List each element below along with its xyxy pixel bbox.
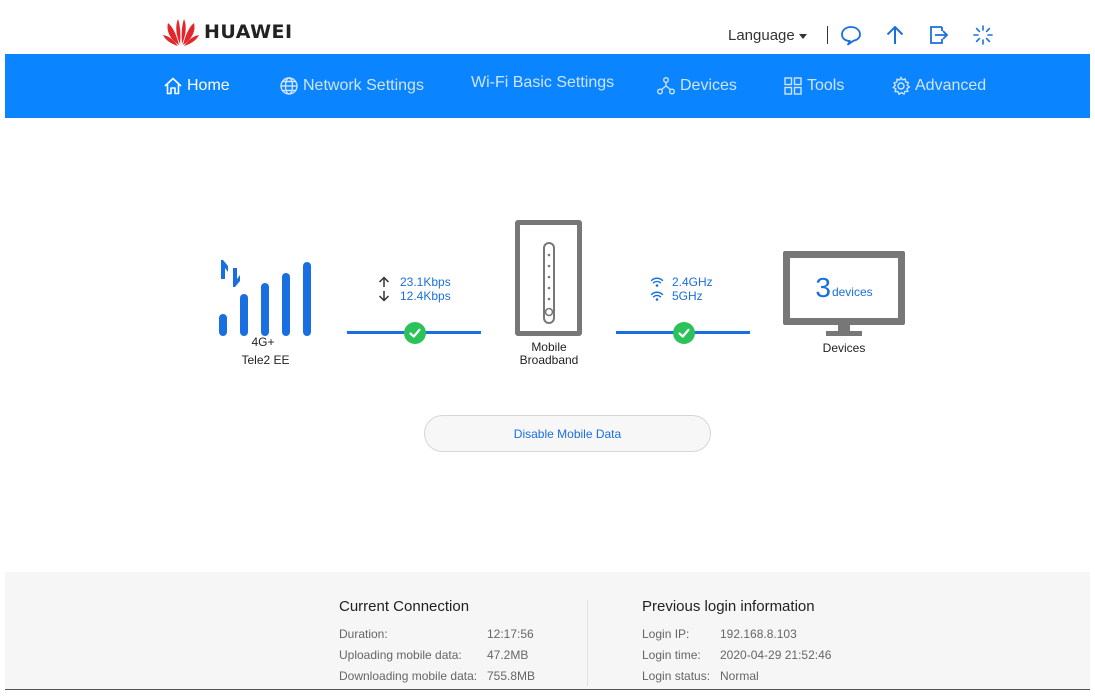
brand-name: HUAWEI <box>204 21 293 43</box>
previous-login-panel: Previous login information Login IP: 192… <box>642 598 831 686</box>
info-value: 755.8MB <box>487 668 536 683</box>
info-label: Duration: <box>339 626 388 641</box>
monitor-base <box>826 331 862 336</box>
wifi-band-1: 2.4GHz <box>672 275 713 289</box>
logout-icon[interactable] <box>928 24 950 46</box>
language-selector[interactable]: Language <box>728 27 807 44</box>
router-indicator-strip <box>543 242 555 324</box>
info-row: Login status: Normal <box>642 665 831 686</box>
nav-wifi-basic-settings-label: Wi-Fi Basic Settings <box>471 74 615 91</box>
network-type-label: 4G+ <box>251 335 275 349</box>
current-connection-panel: Current Connection Duration: 12:17:56 Up… <box>339 598 535 686</box>
monitor-screen: 3 devices <box>790 258 898 318</box>
devices-monitor[interactable]: 3 devices <box>783 251 905 325</box>
nav-network-settings[interactable]: Network Settings <box>279 54 424 118</box>
nav-devices-label: Devices <box>680 77 737 94</box>
top-actions: Language <box>728 20 994 50</box>
huawei-flower-icon <box>163 19 199 46</box>
wifi-icon <box>650 277 664 287</box>
nav-network-settings-label: Network Settings <box>303 77 424 94</box>
info-row: Downloading mobile data: 755.8MB <box>339 665 535 686</box>
globe-icon <box>280 77 298 95</box>
device-count: 3 <box>815 272 831 303</box>
upload-rate-row: 23.1Kbps <box>378 275 451 289</box>
info-row: Duration: 12:17:56 <box>339 623 535 644</box>
router-label: Mobile Broadband <box>499 341 599 367</box>
download-rate: 12.4Kbps <box>400 289 451 303</box>
info-value: 12:17:56 <box>487 626 534 641</box>
main-nav: Home Network Settings Wi-Fi Basic Settin… <box>5 54 1090 118</box>
nav-home-label: Home <box>187 77 230 94</box>
info-value: 192.168.8.103 <box>720 626 797 641</box>
header-divider <box>826 26 828 44</box>
router-label-line2: Broadband <box>519 353 579 367</box>
caret-down-icon <box>798 33 807 39</box>
device-unit: devices <box>831 285 873 299</box>
message-icon[interactable] <box>840 24 862 46</box>
nav-tools-label: Tools <box>807 77 845 94</box>
info-value: 47.2MB <box>487 647 529 662</box>
tools-icon <box>784 77 802 95</box>
huawei-logo: HUAWEI <box>162 17 293 47</box>
nav-advanced[interactable]: Advanced <box>891 54 986 118</box>
wifi-band-2-row: 5GHz <box>650 289 713 303</box>
wan-ok-icon <box>404 322 426 344</box>
footer-divider <box>587 600 588 686</box>
home-icon <box>164 77 182 95</box>
current-connection-title: Current Connection <box>339 598 470 615</box>
update-icon[interactable] <box>884 24 906 46</box>
info-row: Login time: 2020-04-29 21:52:46 <box>642 644 831 665</box>
info-label: Login IP: <box>642 626 690 641</box>
nav-tools[interactable]: Tools <box>783 54 844 118</box>
info-value: 2020-04-29 21:52:46 <box>720 647 832 662</box>
info-label: Uploading mobile data: <box>339 647 462 662</box>
wifi-band-2: 5GHz <box>672 289 703 303</box>
gear-icon <box>892 76 911 96</box>
info-row: Uploading mobile data: 47.2MB <box>339 644 535 665</box>
wifi-band-1-row: 2.4GHz <box>650 275 713 289</box>
loading-icon[interactable] <box>972 24 994 46</box>
footer-info: Current Connection Duration: 12:17:56 Up… <box>5 572 1090 690</box>
devices-icon <box>657 77 675 95</box>
nav-wifi-basic-settings[interactable]: Wi-Fi Basic Settings <box>471 51 614 115</box>
wifi-icon <box>650 291 664 301</box>
nav-devices[interactable]: Devices <box>656 54 737 118</box>
download-arrow-icon <box>378 291 390 302</box>
nav-home[interactable]: Home <box>163 54 230 118</box>
lan-ok-icon <box>673 322 695 344</box>
info-label: Login time: <box>642 647 701 662</box>
info-label: Downloading mobile data: <box>339 668 478 683</box>
disable-mobile-data-button[interactable]: Disable Mobile Data <box>424 415 711 452</box>
upload-arrow-icon <box>378 276 390 287</box>
info-value: Normal <box>720 668 759 683</box>
signal-strength-icon <box>219 260 311 336</box>
language-label: Language <box>728 26 795 44</box>
router-icon <box>515 220 582 336</box>
info-label: Login status: <box>642 668 711 683</box>
operator-label: Tele2 EE <box>241 353 290 367</box>
nav-advanced-label: Advanced <box>915 77 987 94</box>
download-rate-row: 12.4Kbps <box>378 289 451 303</box>
previous-login-title: Previous login information <box>642 598 815 615</box>
wifi-bands: 2.4GHz 5GHz <box>650 275 713 303</box>
data-rates: 23.1Kbps 12.4Kbps <box>378 275 451 303</box>
upload-rate: 23.1Kbps <box>400 275 451 289</box>
devices-label: Devices <box>822 341 866 355</box>
info-row: Login IP: 192.168.8.103 <box>642 623 831 644</box>
